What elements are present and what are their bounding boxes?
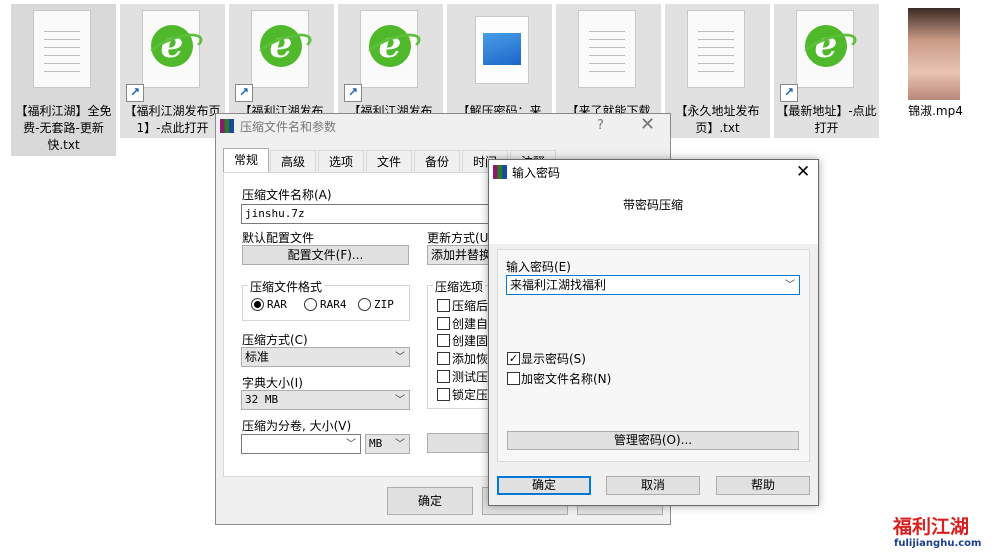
winrar-app-icon <box>493 165 507 179</box>
set-password-button[interactable] <box>427 433 491 453</box>
desktop-icon-7[interactable]: 【永久地址发布页】.txt <box>665 4 770 138</box>
format-zip-radio[interactable] <box>358 298 371 311</box>
method-label: 压缩方式(C) <box>242 333 308 347</box>
dict-select[interactable]: 32 MB ﹀ <box>241 390 410 410</box>
format-rar4-radio[interactable] <box>304 298 317 311</box>
tab-files[interactable]: 文件 <box>366 150 412 172</box>
option-label-6: 锁定压 <box>452 388 489 402</box>
show-password-label: 显示密码(S) <box>521 352 586 366</box>
password-cancel-button[interactable]: 取消 <box>606 476 700 495</box>
ie-shortcut-icon: e <box>796 10 861 88</box>
shortcut-arrow-icon: ↗ <box>235 84 253 102</box>
update-mode-label: 更新方式(U <box>427 231 489 245</box>
chevron-down-icon: ﹀ <box>785 280 795 291</box>
option-label-3: 创建固 <box>452 334 489 348</box>
option-label-1: 压缩后 <box>452 299 489 313</box>
method-select[interactable]: 标准 ﹀ <box>241 347 410 367</box>
text-file-icon <box>33 10 91 88</box>
show-password-checkbox[interactable]: ✓ <box>507 352 520 365</box>
help-title-button[interactable]: ? <box>597 118 604 133</box>
split-unit-value: MB <box>369 437 383 450</box>
desktop-icon-8[interactable]: e ↗ 【最新地址】-点此打开 <box>774 4 879 138</box>
password-help-button[interactable]: 帮助 <box>716 476 810 495</box>
ie-shortcut-icon: e <box>142 10 207 88</box>
tab-backup[interactable]: 备份 <box>414 150 460 172</box>
archive-name-input[interactable]: jinshu.7z <box>241 204 491 224</box>
option-checkbox-1[interactable] <box>437 299 450 312</box>
password-heading: 带密码压缩 <box>623 198 684 212</box>
dict-label: 字典大小(I) <box>242 376 303 390</box>
option-label-2: 创建自 <box>452 317 489 331</box>
password-dialog-title: 输入密码 <box>512 166 561 180</box>
split-unit-select[interactable]: MB ﹀ <box>365 434 410 454</box>
update-mode-select[interactable]: 添加并替换 <box>427 245 491 265</box>
password-input[interactable]: 来福利江湖找福利 ﹀ <box>506 275 800 295</box>
chevron-down-icon: ﹀ <box>395 352 405 363</box>
shortcut-arrow-icon: ↗ <box>344 84 362 102</box>
password-ok-button[interactable]: 确定 <box>497 476 591 495</box>
password-header-band <box>489 186 818 244</box>
profile-button[interactable]: 配置文件(F)... <box>242 245 409 265</box>
format-rar4-label: RAR4 <box>320 298 347 311</box>
archive-ok-button[interactable]: 确定 <box>387 487 473 515</box>
chevron-down-icon: ﹀ <box>346 439 356 450</box>
chevron-down-icon: ﹀ <box>395 439 405 450</box>
tab-advanced[interactable]: 高级 <box>270 150 316 172</box>
password-label: 输入密码(E) <box>506 260 571 274</box>
option-checkbox-2[interactable] <box>437 317 450 330</box>
archive-dialog-title: 压缩文件名和参数 <box>240 120 337 134</box>
split-size-select[interactable]: ﹀ <box>241 434 361 454</box>
option-label-4: 添加恢 <box>452 352 489 366</box>
format-rar-label: RAR <box>267 298 287 311</box>
close-icon[interactable]: ✕ <box>796 162 810 182</box>
password-value: 来福利江湖找福利 <box>510 278 607 292</box>
ie-shortcut-icon: e <box>360 10 425 88</box>
desktop-icon-2[interactable]: e ↗ 【福利江湖发布页1】-点此打开 <box>120 4 225 138</box>
video-thumbnail <box>908 8 960 100</box>
chevron-down-icon: ﹀ <box>395 395 405 406</box>
option-checkbox-4[interactable] <box>437 352 450 365</box>
watermark-logo: 福利江湖 <box>893 516 970 538</box>
close-icon[interactable]: ✕ <box>640 114 655 135</box>
desktop-icon-label: 【福利江湖发布页1】-点此打开 <box>124 104 221 135</box>
format-zip-label: ZIP <box>374 298 394 311</box>
method-value: 标准 <box>245 350 270 364</box>
profile-label: 默认配置文件 <box>242 231 315 245</box>
dict-value: 32 MB <box>245 393 279 406</box>
tab-general[interactable]: 常规 <box>223 148 269 172</box>
image-file-icon <box>475 16 529 84</box>
option-checkbox-6[interactable] <box>437 388 450 401</box>
desktop-icon-1[interactable]: 【福利江湖】全免费-无套路-更新快.txt <box>11 4 116 156</box>
option-checkbox-5[interactable] <box>437 370 450 383</box>
text-file-icon <box>578 10 636 88</box>
option-label-5: 测试压 <box>452 370 489 384</box>
options-group-label: 压缩选项 <box>433 278 486 295</box>
tab-options[interactable]: 选项 <box>318 150 364 172</box>
ie-shortcut-icon: e <box>251 10 316 88</box>
shortcut-arrow-icon: ↗ <box>780 84 798 102</box>
encrypt-names-label: 加密文件名称(N) <box>521 372 612 386</box>
option-checkbox-3[interactable] <box>437 334 450 347</box>
desktop-icon-label: 【永久地址发布页】.txt <box>675 104 760 135</box>
format-rar-radio[interactable] <box>251 298 264 311</box>
winrar-app-icon <box>220 119 234 133</box>
archive-name-label: 压缩文件名称(A) <box>242 188 332 202</box>
watermark-url: fulijianghu.com <box>894 538 982 549</box>
encrypt-names-checkbox[interactable] <box>507 372 520 385</box>
shortcut-arrow-icon: ↗ <box>126 84 144 102</box>
format-group-label: 压缩文件格式 <box>248 278 325 295</box>
desktop-icon-label: 【最新地址】-点此打开 <box>776 104 877 135</box>
manage-passwords-button[interactable]: 管理密码(O)... <box>507 431 799 450</box>
text-file-icon <box>687 10 745 88</box>
desktop-icon-label: 锦淑.mp4 <box>908 104 963 118</box>
desktop-icon-label: 【福利江湖】全免费-无套路-更新快.txt <box>15 104 112 152</box>
split-label: 压缩为分卷, 大小(V) <box>242 419 352 433</box>
